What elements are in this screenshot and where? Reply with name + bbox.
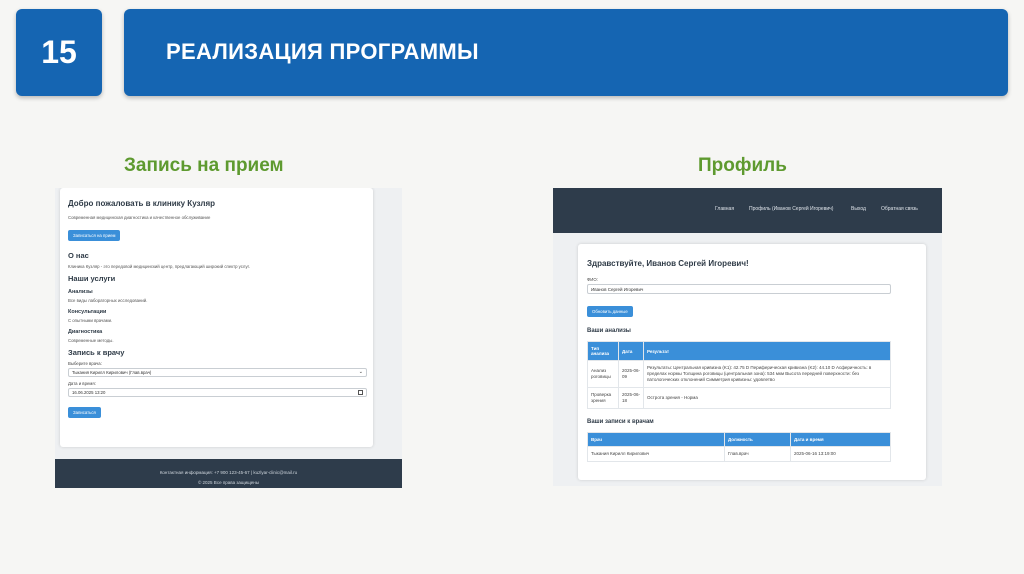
table-cell: 2025-06-18 [618,387,644,409]
table-row: Проверка зрения 2025-06-18 Острота зрени… [587,387,891,409]
footer-contacts: Контактная информация: +7 900 123-45-67 … [159,470,298,475]
datetime-value: 16.06.2025 13:20 [72,390,106,395]
table-row: Тыкания Кирилл Кирилович Глав.врач 2025-… [587,446,891,462]
caption-profile: Профиль [698,155,787,176]
column-header: Результат [643,341,891,361]
service-desc: Все виды лабораторных исследований. [68,298,148,303]
about-text: Клиника Кузляр - это передовой медицинск… [68,264,250,269]
update-profile-button[interactable]: Обновить данные [587,306,633,317]
profile-screenshot: Главная Профиль (Иванов Сергей Игоревич)… [553,188,942,486]
column-header: Должность [724,432,791,447]
tagline: Современная медицинская диагностика и ка… [68,215,211,220]
caption-appointment: Запись на прием [124,155,284,176]
fio-input[interactable]: Иванов Сергей Игоревич [587,284,891,294]
booking-heading: Запись к врачу [68,348,125,357]
welcome-heading: Добро пожаловать в клинику Кузляр [68,199,216,208]
datetime-input[interactable]: 16.06.2025 13:20 [68,388,367,397]
chevron-down-icon: ⌄ [358,369,363,375]
appointment-card: Добро пожаловать в клинику Кузляр Соврем… [60,188,373,447]
column-header: Тип анализа [587,341,619,361]
table-cell: 2025-06-16 13:19:00 [790,446,891,462]
service-name: Анализы [68,289,93,295]
service-desc: С опытными врачами. [68,318,113,323]
services-heading: Наши услуги [68,274,116,283]
doctor-select[interactable]: Тыкания Кирилл Кирилович (Глав.врач) ⌄ [68,368,367,377]
title-bar: РЕАЛИЗАЦИЯ ПРОГРАММЫ [124,9,1008,96]
analyses-table: Тип анализа Дата Результат Анализ рогови… [587,341,891,409]
doctor-label: Выберите врача: [68,361,102,366]
profile-card: Здравствуйте, Иванов Сергей Игоревич! ФИ… [578,244,926,480]
nav-profile[interactable]: Профиль (Иванов Сергей Игоревич) [749,206,833,212]
table-cell: Результаты: Центральная кривизна (K1): 4… [643,360,891,388]
slide-number: 15 [16,9,102,96]
appointments-table: Врач Должность Дата и время Тыкания Кири… [587,432,891,462]
appointment-screenshot: Добро пожаловать в клинику Кузляр Соврем… [55,188,402,488]
nav-feedback[interactable]: Обратная связь [881,206,918,212]
column-header: Дата и время [790,432,891,447]
table-cell: Глав.врач [724,446,791,462]
column-header: Врач [587,432,725,447]
analyses-heading: Ваши анализы [587,328,631,334]
datetime-label: Дата и время: [68,381,96,386]
fio-label: ФИО: [587,277,598,282]
book-appointment-button[interactable]: Записаться на прием [68,230,121,241]
service-name: Диагностика [68,329,103,335]
site-footer: Контактная информация: +7 900 123-45-67 … [55,459,402,488]
nav-logout[interactable]: Выход [851,206,866,212]
service-desc: Современные методы. [68,338,114,343]
table-cell: 2025-06-09 [618,360,644,388]
table-cell: Проверка зрения [587,387,619,409]
column-header: Дата [618,341,644,361]
service-name: Консультации [68,309,107,315]
calendar-icon [358,390,363,395]
appointments-heading: Ваши записи к врачам [587,419,654,425]
table-cell: Анализ роговицы [587,360,619,388]
profile-navbar: Главная Профиль (Иванов Сергей Игоревич)… [553,188,942,233]
table-cell: Острота зрения - Норма [643,387,891,409]
table-row: Анализ роговицы 2025-06-09 Результаты: Ц… [587,360,891,388]
submit-booking-button[interactable]: Записаться [68,407,101,418]
slide-title: РЕАЛИЗАЦИЯ ПРОГРАММЫ [166,39,479,64]
nav-home[interactable]: Главная [715,206,734,212]
doctor-select-value: Тыкания Кирилл Кирилович (Глав.врач) [72,370,152,375]
footer-copyright: © 2025 Все права защищены [197,480,260,485]
greeting-heading: Здравствуйте, Иванов Сергей Игоревич! [587,259,749,268]
table-cell: Тыкания Кирилл Кирилович [587,446,725,462]
about-heading: О нас [68,251,89,260]
